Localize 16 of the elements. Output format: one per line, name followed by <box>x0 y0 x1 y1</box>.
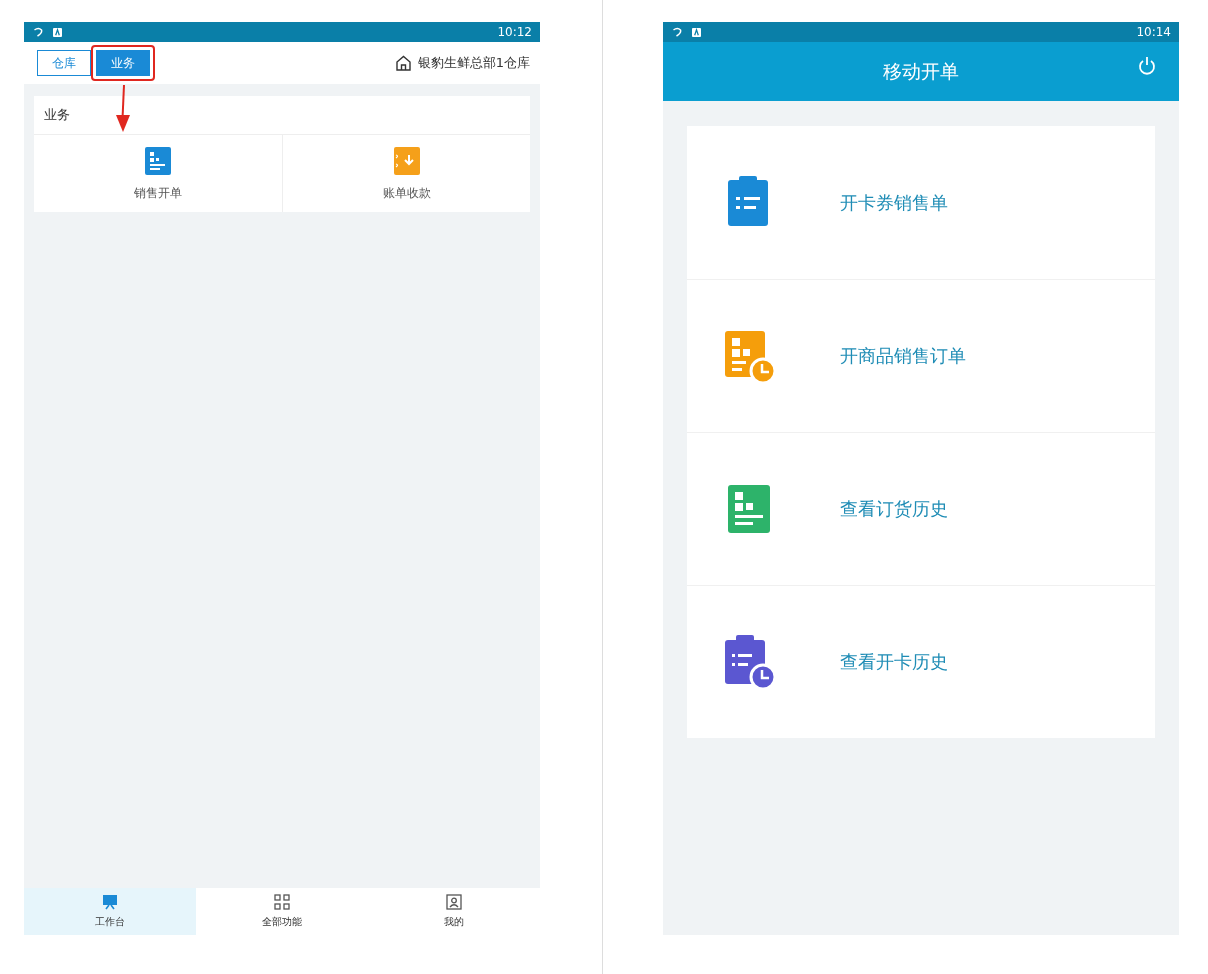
store-name: 银豹生鲜总部1仓库 <box>417 54 530 72</box>
back-icon <box>32 27 45 37</box>
power-button[interactable] <box>1137 56 1157 76</box>
tab[interactable]: 仓库 <box>37 50 91 76</box>
keyboard-icon <box>53 27 62 37</box>
status-time: 10:12 <box>497 25 532 39</box>
monitor-icon <box>102 894 118 910</box>
screen-title: 移动开单 <box>883 58 959 84</box>
keyboard-icon <box>692 27 701 37</box>
nav-tab[interactable]: 工作台 <box>24 888 196 935</box>
grid-icon <box>274 894 290 910</box>
home-icon <box>394 55 412 71</box>
profile-icon <box>446 894 462 910</box>
back-icon <box>671 27 684 37</box>
tab[interactable]: 业务 <box>96 50 150 76</box>
status-time: 10:14 <box>1136 25 1171 39</box>
